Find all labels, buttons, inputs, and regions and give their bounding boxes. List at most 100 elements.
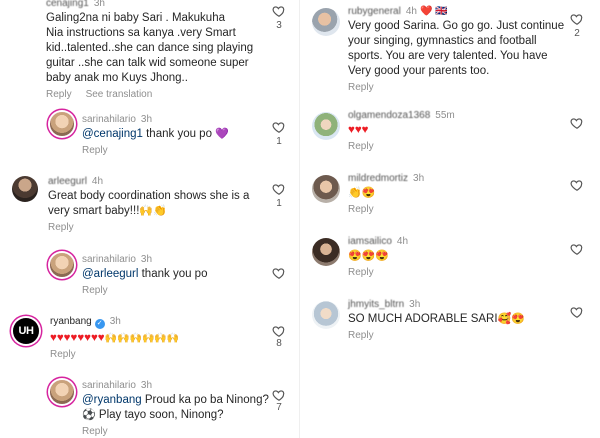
mention-link[interactable]: @ryanbang [82,394,142,406]
comment-text: @arleegurl thank you po [82,267,272,282]
avatar[interactable] [12,176,38,202]
comment-line: guitar ..she can talk wid someone super [46,57,249,69]
comment-text: Very good Sarina. Go go go. Just continu… [348,19,574,79]
comment-text: 👏😍 [348,186,568,201]
comment-header: ryanbang ✓ 3h [50,316,270,329]
heart-outline-icon[interactable] [272,324,286,338]
mention-link[interactable]: @arleegurl [82,268,138,280]
avatar[interactable] [312,8,340,36]
heart-outline-icon[interactable] [272,4,286,18]
see-translation-button[interactable]: See translation [86,89,153,100]
comment-actions: Reply [348,141,568,152]
username[interactable]: rubygeneral [348,6,401,17]
comment-actions: Reply [48,222,268,233]
verified-badge-icon: ✓ [94,319,105,329]
ryanbang-logo: UH [13,318,39,344]
reply-button[interactable]: Reply [348,330,374,341]
clap-emoji: 🙌👏 [139,205,167,217]
comment-line: kid..talented..she can dance sing playin… [46,42,254,54]
heart-outline-icon[interactable] [272,182,286,196]
heart-outline-icon[interactable] [272,120,286,134]
like-count: 8 [276,338,282,349]
raised-hands-emoji: 🙌🙌🙌🙌🙌🙌 [104,333,180,344]
red-hearts-emoji: ♥♥♥ [348,124,369,136]
avatar[interactable] [50,253,74,277]
comment-actions: Reply [82,285,272,296]
purple-heart-emoji: 💜 [215,128,229,140]
comment: arleegurl 4h Great body coordination show… [48,176,268,233]
heart-outline-icon[interactable] [570,305,584,319]
comment: ryanbang ✓ 3h ♥♥♥♥♥♥♥♥🙌🙌🙌🙌🙌🙌 Reply [50,316,270,360]
username[interactable]: sarinahilario [82,254,136,265]
comment-text: Great body coordination shows she is a v… [48,189,268,219]
reply-button[interactable]: Reply [82,426,108,437]
reply-comment: sarinahilario 3h @cenajing1 thank you po … [82,114,272,156]
heart-outline-icon[interactable] [570,12,584,26]
username[interactable]: sarinahilario [82,114,136,125]
reply-button[interactable]: Reply [82,145,108,156]
comment-line: sports. You are very talented. You have [348,50,548,62]
comment: jhmyits_bltrn 3h SO MUCH ADORABLE SARI🥰😍 … [348,299,568,341]
username[interactable]: cenajing1 [46,0,89,9]
column-divider [299,0,300,438]
reply-comment: sarinahilario 3h @ryanbang Proud ka po ba… [82,380,272,437]
timestamp: 3h [109,316,121,327]
comment-header: cenajing1 3h [46,0,266,9]
reply-button[interactable]: Reply [82,285,108,296]
heart-outline-icon[interactable] [570,242,584,256]
comment-actions: Reply [50,349,270,360]
avatar[interactable]: UH [13,318,39,344]
comment-header: sarinahilario 3h [82,114,272,125]
avatar[interactable] [312,112,340,140]
username[interactable]: arleegurl [48,176,87,187]
reply-button[interactable]: Reply [50,349,76,360]
comment-line: Galing2na ni baby Sari . Makukuha [46,12,225,24]
comment-actions: Reply [348,330,568,341]
smiling-hearts-emoji: 🥰😍 [497,313,525,325]
comment: cenajing1 3h Galing2na ni baby Sari . Mak… [46,0,266,100]
comment-text: SO MUCH ADORABLE SARI🥰😍 [348,312,568,327]
clap-heart-eyes-emoji: 👏😍 [348,187,376,199]
reply-button[interactable]: Reply [348,267,374,278]
avatar[interactable] [312,301,340,329]
like-count: 1 [276,136,282,147]
username[interactable]: ryanbang [50,316,92,327]
comment-actions: Reply See translation [46,89,266,100]
timestamp: 3h [93,0,105,9]
timestamp: 3h [140,380,153,391]
reply-button[interactable]: Reply [348,204,374,215]
left-comments-column: cenajing1 3h Galing2na ni baby Sari . Mak… [0,0,296,438]
timestamp: 3h [140,254,153,265]
comment-line: Play tayo soon, Ninong? [95,409,224,421]
avatar[interactable] [312,238,340,266]
heart-outline-icon[interactable] [272,388,286,402]
avatar[interactable] [50,112,74,136]
comment-line: thank you po [142,128,216,140]
heart-outline-icon[interactable] [570,116,584,130]
reply-button[interactable]: Reply [348,141,374,152]
avatar[interactable] [312,175,340,203]
comment-line: baby anak mo Kuys Jhong.. [46,72,188,84]
heart-outline-icon[interactable] [272,266,286,280]
heart-eyes-emoji: 😍😍😍 [348,250,390,262]
avatar[interactable] [50,380,74,404]
comment-line: Very good your parents too. [348,65,490,77]
reply-button[interactable]: Reply [348,82,374,93]
comment-actions: Reply [348,204,568,215]
reply-button[interactable]: Reply [48,222,74,233]
comment-text: @cenajing1 thank you po 💜 [82,127,272,142]
username[interactable]: sarinahilario [82,380,136,391]
comment-header: jhmyits_bltrn 3h [348,299,568,310]
heart-outline-icon[interactable] [570,178,584,192]
mention-link[interactable]: @cenajing1 [82,128,143,140]
reply-button[interactable]: Reply [46,89,72,100]
username[interactable]: olgamendoza1368 [348,110,430,121]
timestamp: 4h [396,236,409,247]
like-count: 2 [574,28,580,39]
username[interactable]: iamsailico [348,236,392,247]
comment-text: Galing2na ni baby Sari . Makukuha Nia in… [46,11,266,86]
comment-actions: Reply [348,267,568,278]
comment-line: Proud ka po ba Ninong? [141,394,269,406]
username[interactable]: jhmyits_bltrn [348,299,404,310]
username[interactable]: mildredmortiz [348,173,408,184]
